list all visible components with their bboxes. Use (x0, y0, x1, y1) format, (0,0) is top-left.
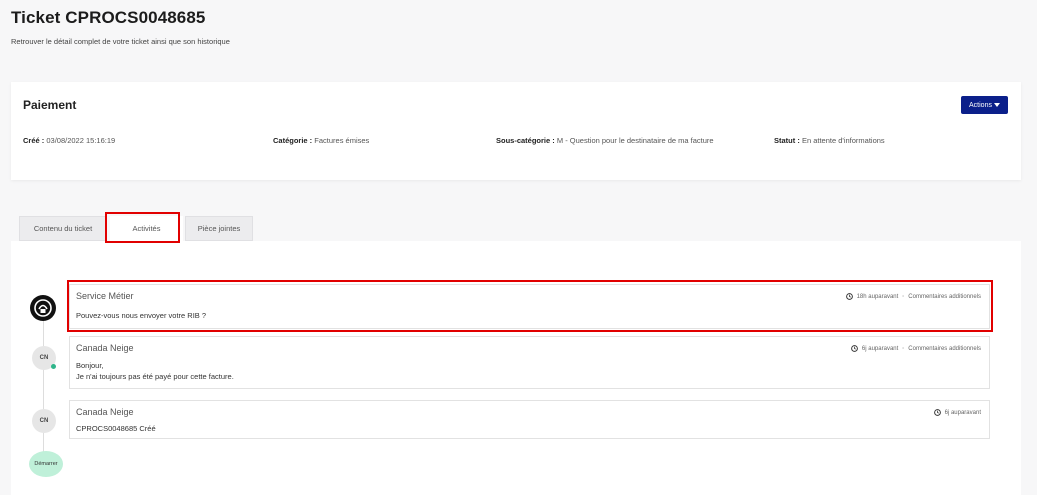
page-title: Ticket CPROCS0048685 (11, 8, 206, 27)
online-status-dot (51, 364, 56, 369)
activity-author: Canada Neige (76, 407, 134, 417)
clock-icon (933, 409, 941, 416)
tab-ticket-content[interactable]: Contenu du ticket (19, 216, 107, 241)
status-label: Statut : (774, 136, 800, 145)
status-field: Statut : En attente d'informations (774, 135, 885, 146)
activity-meta: 6j auparavant · Commentaires additionnel… (851, 345, 981, 352)
actions-label: Actions (969, 101, 992, 109)
tab-attachments[interactable]: Pièce jointes (185, 216, 253, 241)
avatar: CN (32, 409, 56, 433)
clock-icon (851, 345, 858, 352)
ticket-name: Paiement (23, 98, 77, 112)
caret-down-icon (993, 103, 1000, 107)
timeline-start: Démarrer (29, 451, 63, 477)
category-field: Catégorie : Factures émises (273, 135, 369, 146)
service-avatar (30, 295, 56, 321)
activity-body: CPROCS0048685 Créé (76, 423, 156, 434)
activity-tag: Commentaires additionnels (908, 345, 981, 352)
subcategory-field: Sous-catégorie : M - Question pour le de… (496, 135, 756, 146)
activity-entry: Canada Neige 6j auparavant CPROCS0048685… (69, 400, 990, 439)
created-value: 03/08/2022 15:16:19 (46, 136, 116, 145)
page-subtitle: Retrouver le détail complet de votre tic… (11, 37, 230, 46)
activity-body-line: Je n'ai toujours pas été payé pour cette… (76, 372, 234, 381)
category-label: Catégorie : (273, 136, 313, 145)
activity-body: Bonjour, Je n'ai toujours pas été payé p… (76, 360, 234, 382)
activity-meta: 6j auparavant (933, 409, 981, 416)
status-value: En attente d'informations (801, 136, 885, 145)
page-header: Ticket CPROCS0048685 Retrouver le détail… (0, 0, 1037, 70)
activity-entry: Canada Neige 6j auparavant · Commentaire… (69, 336, 990, 389)
activity-time: 6j auparavant (944, 409, 981, 416)
created-field: Créé : 03/08/2022 15:16:19 (23, 135, 115, 146)
timeline-line (43, 300, 44, 460)
created-label: Créé : (23, 136, 45, 145)
tab-highlight-box (105, 212, 180, 243)
actions-button[interactable]: Actions (961, 96, 1008, 114)
meta-separator: · (902, 345, 905, 352)
activity-highlight-box (67, 280, 993, 332)
service-icon (34, 299, 52, 317)
activity-body-line: Bonjour, (76, 361, 104, 370)
category-value: Factures émises (314, 136, 370, 145)
activity-author: Canada Neige (76, 343, 134, 353)
ticket-summary-card: Paiement Actions Créé : 03/08/2022 15:16… (11, 82, 1021, 180)
subcategory-value: M - Question pour le destinataire de ma … (556, 136, 714, 145)
subcategory-label: Sous-catégorie : (496, 136, 555, 145)
activity-time: 6j auparavant (861, 345, 899, 352)
activity-body-line: CPROCS0048685 Créé (76, 424, 156, 433)
